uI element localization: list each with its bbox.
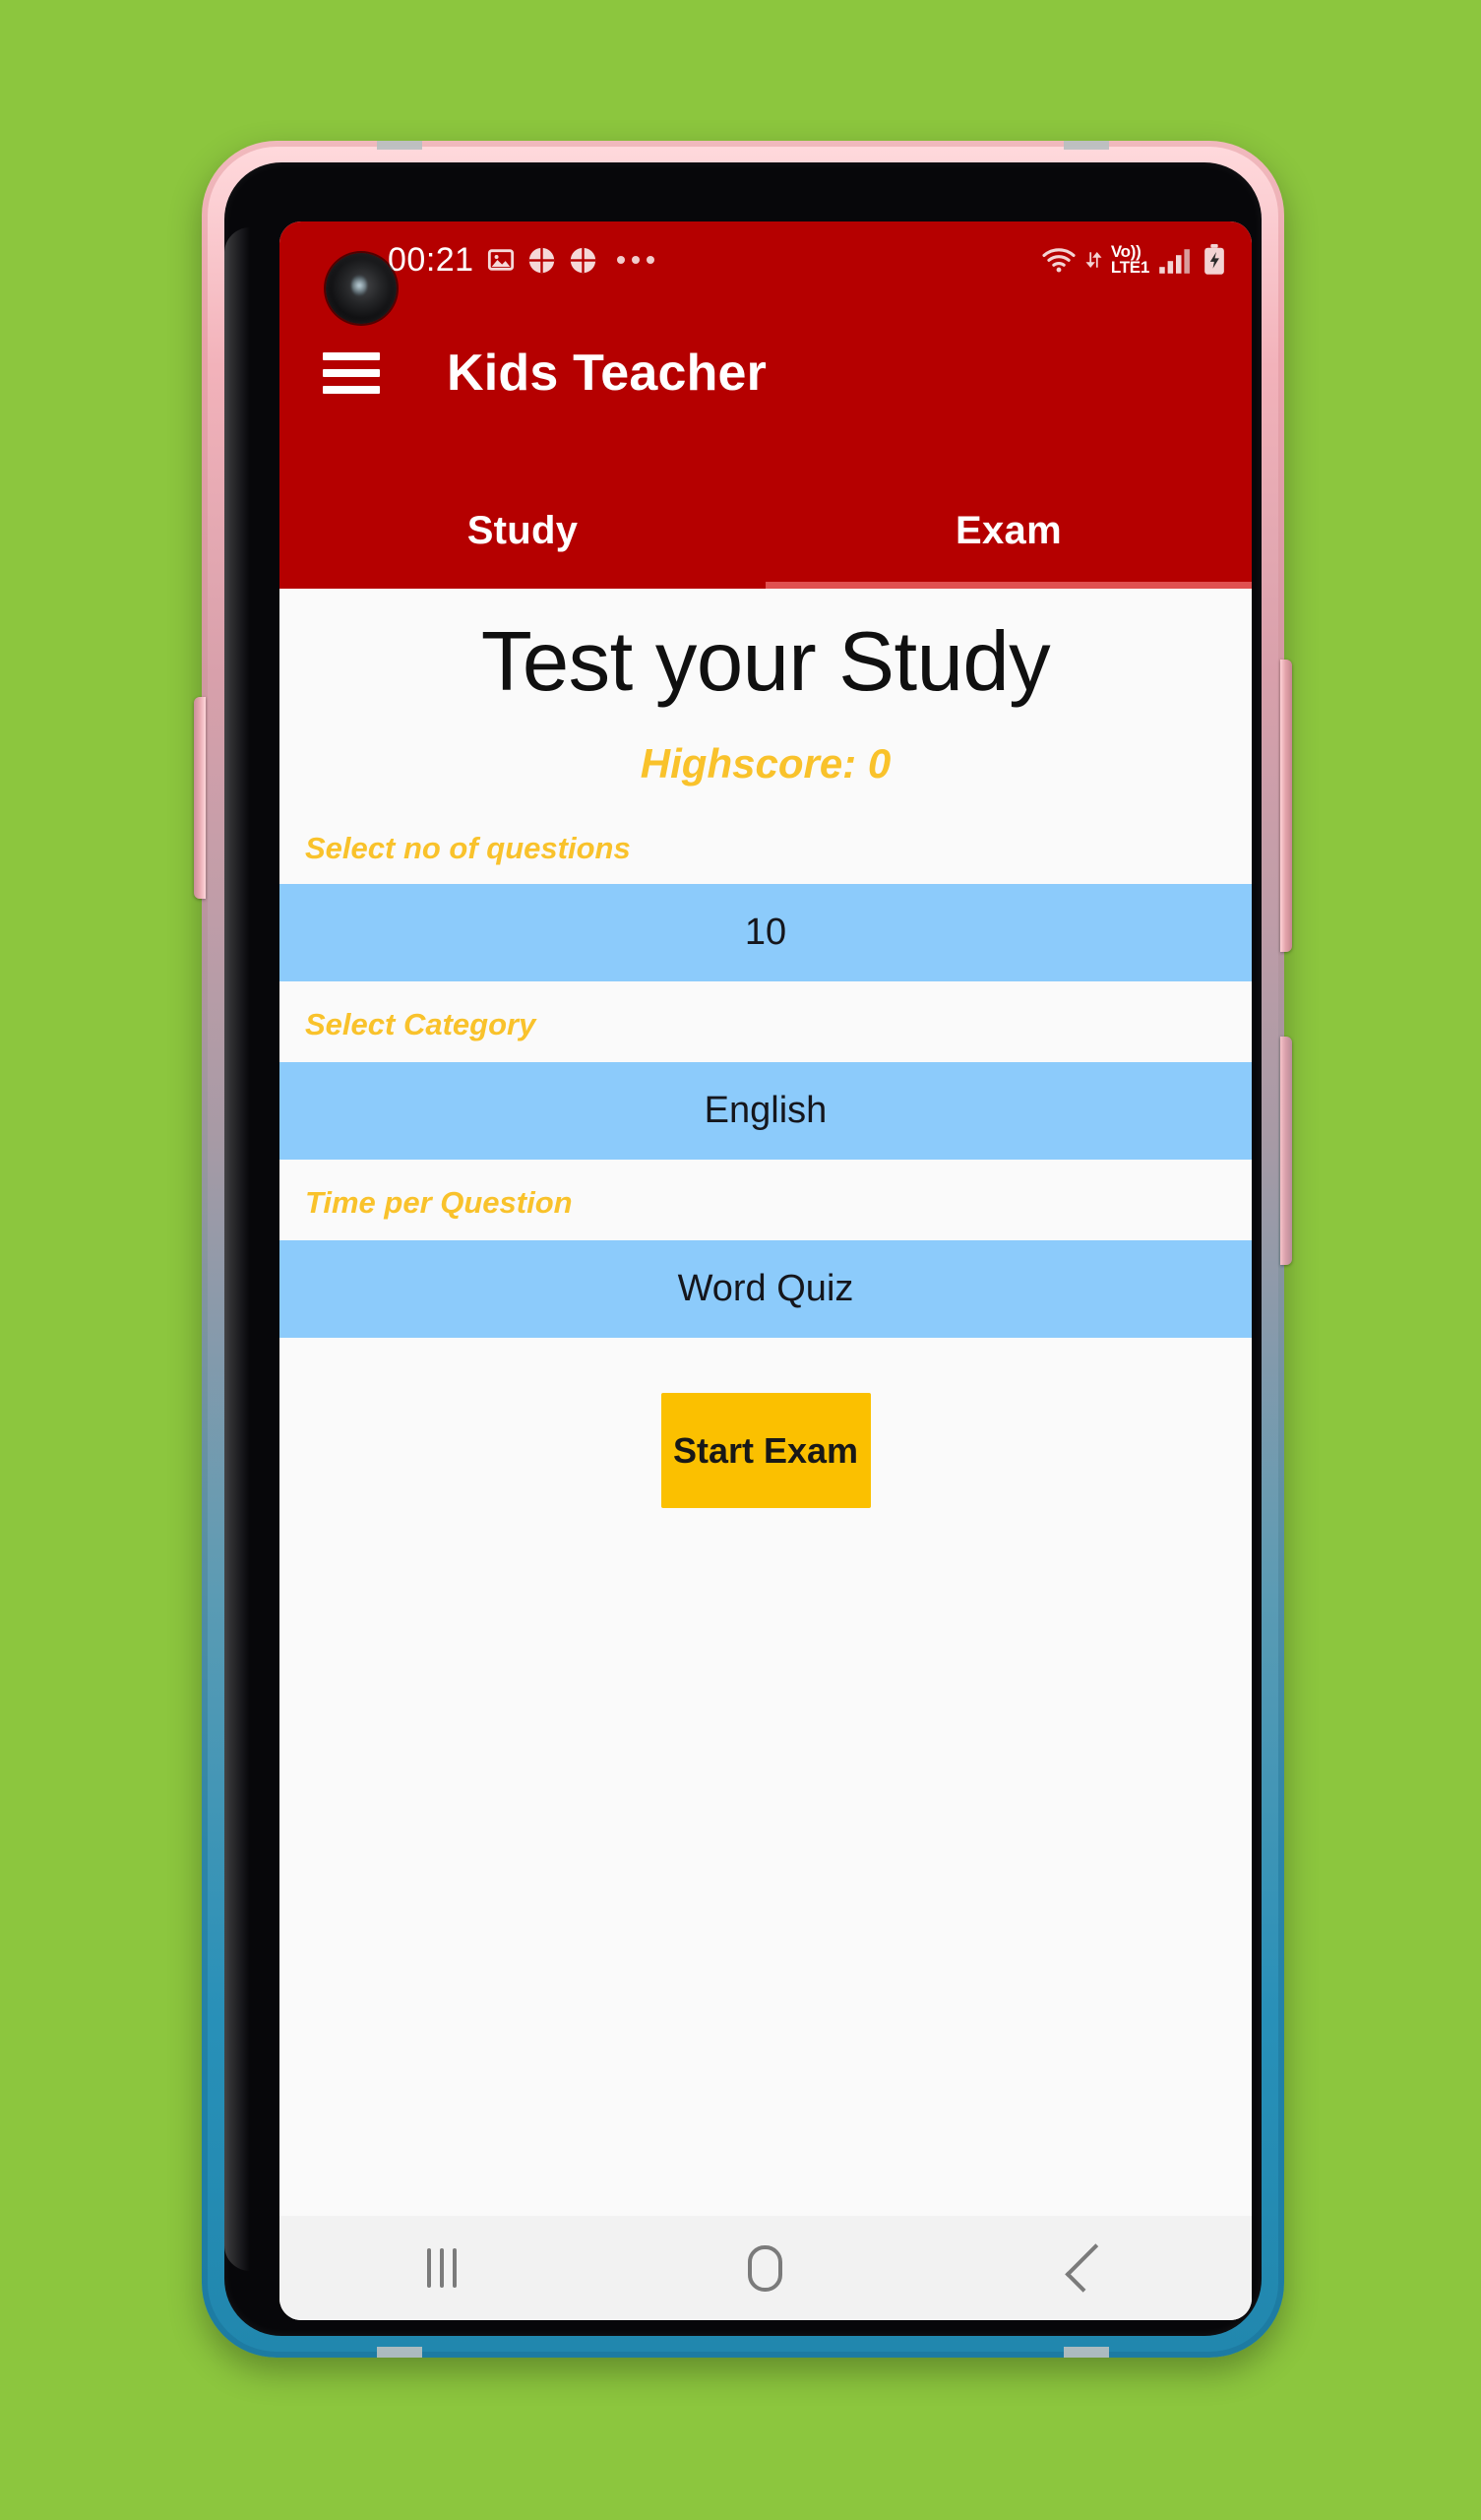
label-select-number-of-questions: Select no of questions [305,831,631,865]
more-dots-icon [616,254,655,266]
time-per-question-value: Word Quiz [677,1268,854,1309]
phone-device: 00:21 Vo)) LTE1 Kids Teacher Study Exam … [194,141,1292,2358]
phone-screen: 00:21 Vo)) LTE1 Kids Teacher Study Exam … [279,221,1252,2320]
questions-count-value: 10 [744,912,787,953]
label-time-per-question: Time per Question [305,1185,573,1220]
lte-label: LTE1 [1110,258,1149,277]
system-navigation-bar [279,2216,1252,2320]
wifi-icon [1041,245,1077,275]
recents-icon [426,2248,457,2288]
bezel-reflection [224,227,250,2271]
nav-back-button[interactable] [1016,2216,1163,2320]
time-per-question-spinner[interactable]: Word Quiz [279,1240,1252,1338]
app-title: Kids Teacher [447,345,768,402]
category-value: English [704,1090,828,1131]
status-bar-right: Vo)) LTE1 [1041,243,1226,277]
app-bar-title-row: Kids Teacher [279,310,1252,436]
tab-study[interactable]: Study [279,472,766,589]
nav-home-button[interactable] [692,2216,839,2320]
antenna-band-bottom-left [377,2347,422,2358]
hamburger-menu-icon[interactable] [321,347,382,399]
antenna-band-top-right [1064,141,1109,150]
volume-button-left[interactable] [194,697,206,899]
puzzle-icon [569,246,597,275]
tab-bar: Study Exam [279,472,1252,589]
status-bar: 00:21 Vo)) LTE1 [279,221,1252,298]
image-icon [487,246,515,274]
page-title: Test your Study [480,615,1051,709]
battery-charging-icon [1203,244,1226,276]
antenna-band-bottom-right [1064,2347,1109,2358]
start-exam-button[interactable]: Start Exam [660,1393,871,1508]
data-transfer-icon [1085,249,1102,271]
antenna-band-top-left [377,141,422,150]
tab-exam[interactable]: Exam [766,472,1252,589]
volume-button-right[interactable] [1280,660,1292,952]
highscore-label: Highscore: 0 [640,740,892,787]
exam-content: Test your Study Highscore: 0 Select no o… [279,589,1252,2320]
back-icon [1065,2243,1115,2293]
network-type-indicator: Vo)) LTE1 [1110,243,1149,277]
start-exam-row: Start Exam [279,1393,1252,1508]
tab-study-label: Study [466,508,579,552]
phone-bezel: 00:21 Vo)) LTE1 Kids Teacher Study Exam … [224,162,1262,2336]
nav-recents-button[interactable] [368,2216,516,2320]
power-button[interactable] [1280,1037,1292,1265]
signal-bars-icon [1158,245,1194,275]
questions-count-spinner[interactable]: 10 [279,884,1252,981]
category-spinner[interactable]: English [279,1062,1252,1160]
app-bar: 00:21 Vo)) LTE1 Kids Teacher Study Exam [279,221,1252,589]
tab-exam-label: Exam [956,508,1062,552]
puzzle-icon [527,246,556,275]
status-clock: 00:21 [388,241,474,279]
home-icon [748,2244,783,2292]
label-select-category: Select Category [305,1007,536,1041]
status-bar-left: 00:21 [388,243,655,277]
